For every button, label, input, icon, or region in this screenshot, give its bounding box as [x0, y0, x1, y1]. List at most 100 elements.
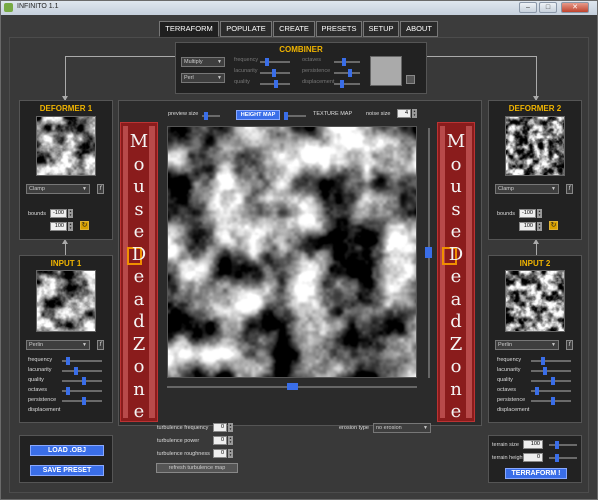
spin-arrows-icon[interactable]: ▲ ▼ — [68, 222, 73, 231]
turbulence-frequency-value[interactable]: 0 — [213, 423, 227, 432]
slider-thumb[interactable] — [272, 69, 276, 77]
map-toggle-slider[interactable] — [284, 112, 306, 120]
combiner-quality-slider[interactable] — [260, 80, 290, 88]
terraform-button[interactable]: TERRAFORM ! — [505, 468, 567, 479]
terrain-size-value[interactable]: 100 — [523, 440, 543, 449]
slider-thumb[interactable] — [284, 112, 288, 120]
minimize-button[interactable]: – — [519, 2, 537, 13]
input2-frequency-slider[interactable] — [531, 357, 571, 365]
terrain-height-value[interactable]: 0 — [523, 453, 543, 462]
preview-size-slider[interactable] — [202, 112, 220, 120]
tab-setup[interactable]: SETUP — [363, 21, 399, 37]
slider-thumb[interactable] — [551, 377, 555, 385]
slider-thumb[interactable] — [551, 397, 555, 405]
slider-thumb[interactable] — [340, 80, 344, 88]
slider-thumb[interactable] — [555, 454, 559, 462]
slider-thumb[interactable] — [66, 357, 70, 365]
deformer1-bound-max[interactable]: 100 — [50, 222, 67, 231]
spin-arrows-icon[interactable]: ▲ ▼ — [537, 209, 542, 218]
deformer1-bound-min[interactable]: -100 — [50, 209, 67, 218]
close-button[interactable]: ✕ — [561, 2, 589, 13]
slider-thumb[interactable] — [74, 367, 78, 375]
slider-thumb[interactable] — [274, 80, 278, 88]
deformer2-bound-max[interactable]: 100 — [519, 222, 536, 231]
combiner-mode-dropdown[interactable]: Multiply ▼ — [181, 57, 225, 67]
terrain-size-slider[interactable] — [549, 441, 577, 449]
refresh-icon[interactable]: ↻ — [80, 221, 89, 230]
refresh-turbulence-button[interactable]: refresh turbulence map — [156, 463, 238, 473]
slider-thumb[interactable] — [265, 58, 269, 66]
input2-panel: INPUT 2 Perlin ▼ f frequency lacunarity q… — [488, 255, 582, 423]
combiner-lacunarity-slider[interactable] — [260, 69, 290, 77]
spin-arrows-icon[interactable]: ▲ ▼ — [412, 109, 417, 118]
spin-arrows-icon[interactable]: ▲ ▼ — [228, 423, 233, 432]
input2-function-button[interactable]: f — [566, 340, 573, 350]
slider-thumb[interactable] — [82, 377, 86, 385]
input1-noise-dropdown[interactable]: Perlin ▼ — [26, 340, 90, 350]
slider-thumb[interactable] — [66, 387, 70, 395]
deadzone-letter: D — [131, 243, 147, 265]
tab-create[interactable]: CREATE — [273, 21, 315, 37]
deadzone-letter: a — [450, 288, 462, 310]
tab-terraform[interactable]: TERRAFORM — [159, 21, 219, 37]
height-map-button[interactable]: HEIGHT MAP — [236, 110, 280, 120]
turbulence-power-value[interactable]: 0 — [213, 436, 227, 445]
input1-quality-slider[interactable] — [62, 377, 102, 385]
input1-frequency-slider[interactable] — [62, 357, 102, 365]
slider-thumb[interactable] — [543, 367, 547, 375]
save-preset-button[interactable]: SAVE PRESET — [30, 465, 104, 476]
maximize-button[interactable]: □ — [539, 2, 557, 13]
slider-thumb[interactable] — [204, 112, 208, 120]
load-obj-button[interactable]: LOAD .OBJ — [30, 445, 104, 456]
slider-thumb[interactable] — [348, 69, 352, 77]
slider-thumb[interactable] — [541, 357, 545, 365]
input1-function-button[interactable]: f — [97, 340, 104, 350]
deformer1-mode-dropdown[interactable]: Clamp ▼ — [26, 184, 90, 194]
spin-arrows-icon[interactable]: ▲ ▼ — [68, 209, 73, 218]
mouse-deadzone-right: MouseDeadZone — [437, 122, 475, 422]
input2-noise-value: Perlin — [498, 342, 513, 348]
tab-about[interactable]: ABOUT — [400, 21, 438, 37]
horizontal-slider-thumb[interactable] — [287, 383, 298, 390]
combiner-octaves-slider[interactable] — [334, 58, 360, 66]
combiner-toggle[interactable] — [406, 75, 415, 84]
deformer2-function-button[interactable]: f — [566, 184, 573, 194]
combiner-displacement-slider[interactable] — [334, 80, 360, 88]
spin-arrows-icon[interactable]: ▲ ▼ — [228, 436, 233, 445]
deadzone-letter: o — [450, 153, 462, 175]
input2-octaves-slider[interactable] — [531, 387, 571, 395]
refresh-icon[interactable]: ↻ — [549, 221, 558, 230]
deformer1-function-button[interactable]: f — [97, 184, 104, 194]
erosion-type-dropdown[interactable]: no erosion ▼ — [373, 423, 431, 433]
input1-lacunarity-slider[interactable] — [62, 367, 102, 375]
terrain-height-slider[interactable] — [549, 454, 577, 462]
spin-arrows-icon[interactable]: ▲ ▼ — [228, 449, 233, 458]
slider-thumb[interactable] — [555, 441, 559, 449]
deadzone-letter: e — [450, 266, 462, 287]
tab-presets[interactable]: PRESETS — [316, 21, 362, 37]
turbulence-roughness-value[interactable]: 0 — [213, 449, 227, 458]
input1-persistence-slider[interactable] — [62, 397, 102, 405]
vertical-slider-thumb[interactable] — [425, 247, 432, 258]
input2-persistence-slider[interactable] — [531, 397, 571, 405]
input1-octaves-slider[interactable] — [62, 387, 102, 395]
input2-quality-slider[interactable] — [531, 377, 571, 385]
tab-populate[interactable]: POPULATE — [220, 21, 272, 37]
deformer2-mode-dropdown[interactable]: Clamp ▼ — [495, 184, 559, 194]
deadzone-letter: o — [133, 356, 145, 377]
input1-title: INPUT 1 — [50, 259, 82, 268]
slider-thumb[interactable] — [535, 387, 539, 395]
deadzone-letter: s — [134, 198, 144, 220]
texture-map-label[interactable]: TEXTURE MAP — [313, 111, 352, 117]
combiner-persistence-slider[interactable] — [334, 69, 360, 77]
preview-size-label: preview size — [168, 111, 199, 117]
input2-noise-dropdown[interactable]: Perlin ▼ — [495, 340, 559, 350]
slider-thumb[interactable] — [342, 58, 346, 66]
input2-lacunarity-slider[interactable] — [531, 367, 571, 375]
noise-size-value[interactable]: 4 — [397, 109, 411, 118]
combiner-frequency-slider[interactable] — [260, 58, 290, 66]
combiner-noise-dropdown[interactable]: Perl ▼ — [181, 73, 225, 83]
spin-arrows-icon[interactable]: ▲ ▼ — [537, 222, 542, 231]
slider-thumb[interactable] — [82, 397, 86, 405]
deformer2-bound-min[interactable]: -100 — [519, 209, 536, 218]
